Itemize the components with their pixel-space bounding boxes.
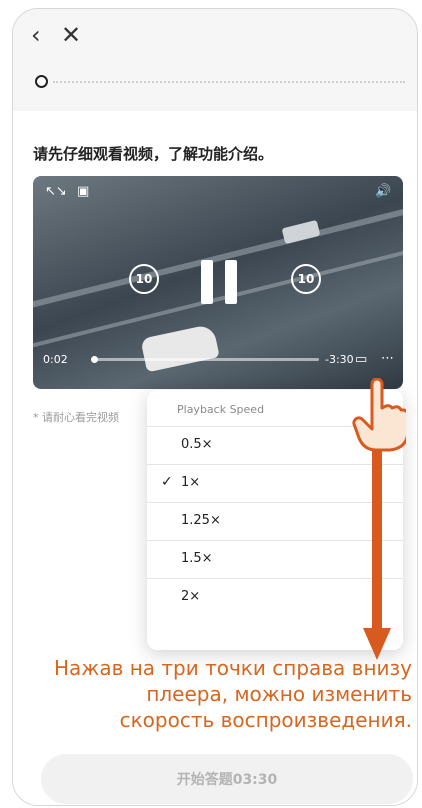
speed-option-selected[interactable]: ✓ 1×	[147, 464, 403, 503]
close-icon[interactable]: ✕	[61, 23, 81, 47]
skip-forward-label: 10	[297, 272, 315, 286]
progress-track	[53, 81, 405, 83]
speed-option[interactable]: 2×	[147, 578, 403, 617]
picture-in-picture-icon[interactable]: ▣	[77, 184, 89, 199]
start-quiz-button[interactable]: 开始答题03:30	[41, 754, 413, 804]
annotation-caption: Нажав на три точки справа внизу плеера, …	[54, 656, 412, 732]
speed-option[interactable]: 1.5×	[147, 540, 403, 579]
checkmark-icon: ✓	[161, 474, 173, 490]
current-time: 0:02	[43, 353, 68, 366]
volume-icon[interactable]: 🔊	[375, 184, 391, 199]
scrubber-knob[interactable]	[91, 356, 98, 363]
skip-back-label: 10	[135, 272, 153, 286]
chevron-left-icon[interactable]: ‹	[31, 23, 41, 47]
progress-dot	[35, 75, 48, 88]
expand-icon[interactable]: ↖↘	[45, 184, 67, 199]
video-car	[140, 323, 220, 373]
instruction-text: 请先仔细观看视频，了解功能介绍。	[33, 145, 274, 163]
header: ‹ ✕	[13, 9, 417, 109]
airplay-icon[interactable]: ▭	[355, 352, 367, 367]
start-quiz-label: 开始答题03:30	[176, 772, 278, 788]
video-player[interactable]: ↖↘ ▣ 🔊 10 10 0:02 -3:30 ▭ ⋯	[33, 176, 403, 389]
more-options-icon[interactable]: ⋯	[381, 351, 394, 366]
pause-icon[interactable]	[201, 260, 237, 304]
scrubber[interactable]	[91, 356, 319, 363]
speed-option[interactable]: 1.25×	[147, 502, 403, 541]
pointing-hand-icon	[352, 378, 406, 452]
skip-forward-button[interactable]: 10	[291, 264, 321, 294]
step-progress	[35, 75, 405, 88]
remaining-time: -3:30	[325, 353, 354, 366]
watch-note: * 请耐心看完视频	[33, 411, 119, 424]
annotation-arrow	[372, 450, 382, 632]
menu-title: Playback Speed	[177, 403, 265, 416]
skip-back-button[interactable]: 10	[129, 264, 159, 294]
